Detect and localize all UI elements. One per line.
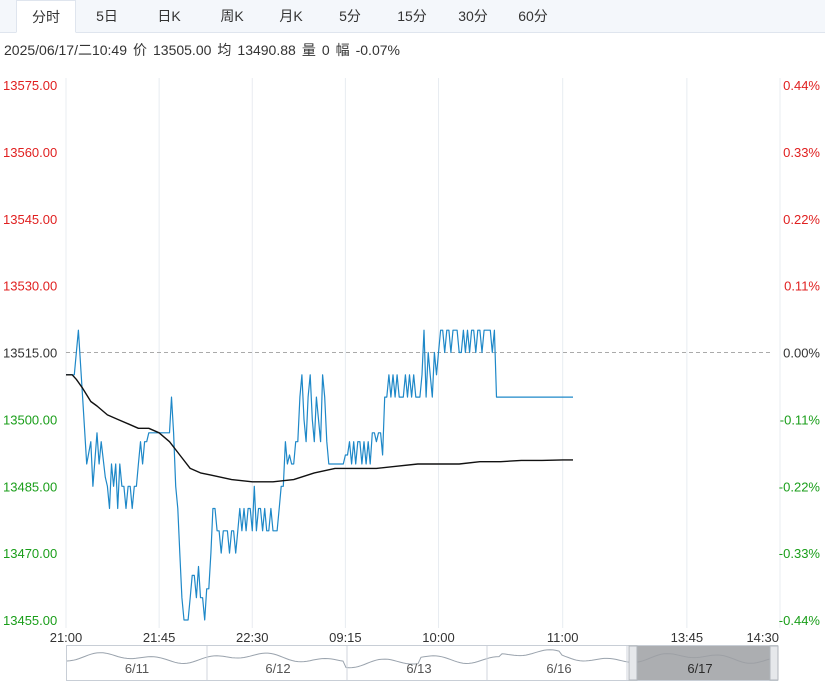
x-tick-7: 14:30 xyxy=(746,630,779,645)
x-tick-3: 09:15 xyxy=(329,630,362,645)
time-range-navigator[interactable] xyxy=(66,645,778,681)
y-tick-right-1: 0.33% xyxy=(783,145,820,160)
x-tick-1: 21:45 xyxy=(143,630,176,645)
y-tick-left-8: 13455.00 xyxy=(3,613,57,628)
x-tick-5: 11:00 xyxy=(547,630,579,645)
y-tick-right-7: -0.33% xyxy=(779,546,821,561)
y-tick-left-2: 13545.00 xyxy=(3,212,57,227)
y-tick-right-8: -0.44% xyxy=(779,613,821,628)
x-tick-2: 22:30 xyxy=(236,630,269,645)
y-tick-left-0: 13575.00 xyxy=(3,78,57,93)
x-tick-0: 21:00 xyxy=(50,630,83,645)
y-tick-right-3: 0.11% xyxy=(784,279,820,294)
y-tick-right-2: 0.22% xyxy=(783,212,820,227)
y-tick-right-5: -0.11% xyxy=(780,412,821,427)
x-tick-6: 13:45 xyxy=(671,630,704,645)
series-price-line xyxy=(66,329,573,621)
y-tick-left-4: 13515.00 xyxy=(3,346,57,361)
y-tick-left-3: 13530.00 xyxy=(3,279,57,294)
y-tick-left-5: 13500.00 xyxy=(3,412,57,427)
y-tick-right-4: 0.00% xyxy=(783,346,820,361)
y-tick-right-0: 0.44% xyxy=(783,78,820,93)
x-tick-4: 10:00 xyxy=(422,630,455,645)
y-tick-left-6: 13485.00 xyxy=(3,479,57,494)
intraday-chart: 13575.00 0.44% 13560.00 0.33% 13545.00 0.22% 1… xyxy=(3,78,821,645)
y-tick-right-6: -0.22% xyxy=(779,479,821,494)
y-tick-left-1: 13560.00 xyxy=(3,145,57,160)
y-tick-left-7: 13470.00 xyxy=(3,546,57,561)
